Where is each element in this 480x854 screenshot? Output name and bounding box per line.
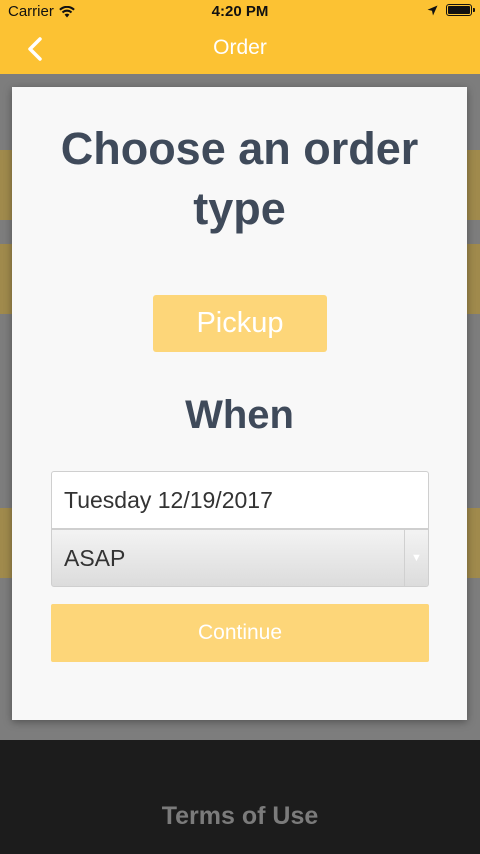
chevron-down-icon: ▼ [404, 530, 428, 586]
location-arrow-icon [427, 5, 438, 15]
when-heading: When [185, 393, 294, 437]
date-field[interactable]: Tuesday 12/19/2017 [51, 471, 429, 529]
modal-heading: Choose an order type [60, 123, 419, 234]
battery-icon [446, 4, 475, 16]
nav-bar: Order [0, 24, 480, 74]
status-right-group [427, 4, 475, 16]
terms-of-use-link[interactable]: Terms of Use [0, 802, 480, 831]
status-time: 4:20 PM [211, 3, 269, 20]
pickup-button[interactable]: Pickup [153, 295, 327, 352]
order-type-modal: Choose an order type Pickup When Tuesday… [12, 87, 467, 720]
continue-button[interactable]: Continue [51, 604, 429, 662]
time-select[interactable]: ASAP ▼ [51, 529, 429, 587]
footer: Terms of Use [0, 740, 480, 854]
time-select-value: ASAP [64, 544, 126, 571]
page-title: Order [213, 36, 267, 59]
status-bar: Carrier 4:20 PM [0, 0, 480, 24]
